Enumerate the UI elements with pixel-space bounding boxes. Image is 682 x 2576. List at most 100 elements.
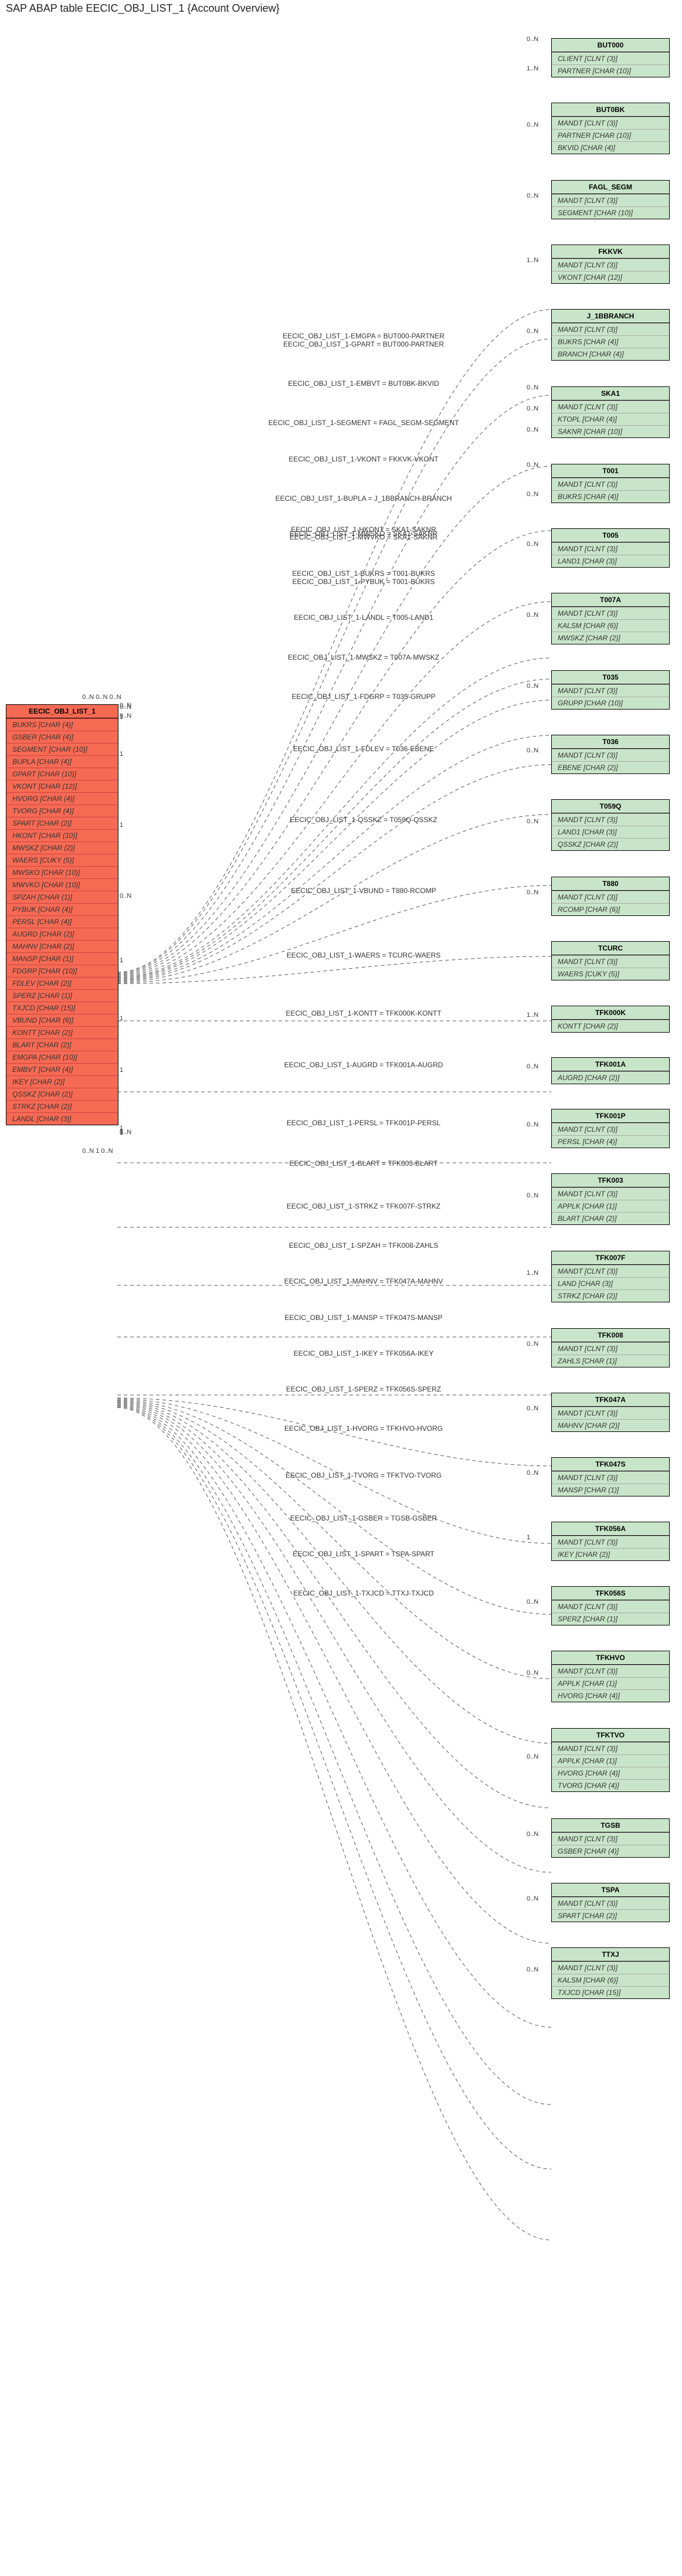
entity-field: SPART [CHAR (2)]	[552, 1909, 669, 1922]
entity-field: MANDT [CLNT (3)]	[552, 749, 669, 761]
entity-field: MANDT [CLNT (3)]	[552, 891, 669, 903]
entity-field: KALSM [CHAR (6)]	[552, 619, 669, 632]
cardinality-dst: 0..N	[527, 747, 538, 754]
entity-field: MANSP [CHAR (1)]	[6, 952, 118, 965]
entity-header: T007A	[552, 593, 669, 607]
entity-field: TXJCD [CHAR (15)]	[552, 1986, 669, 1998]
cardinality-dst: 0..N	[527, 541, 538, 548]
cardinality-src: 1	[120, 1015, 123, 1022]
cardinality-src: 1	[120, 1067, 123, 1074]
entity-field: SEGMENT [CHAR (10)]	[552, 206, 669, 219]
entity-header: FKKVK	[552, 245, 669, 259]
entity-tfktvo: TFKTVOMANDT [CLNT (3)]APPLK [CHAR (1)]HV…	[551, 1728, 670, 1792]
cardinality-dst: 1..N	[527, 257, 538, 264]
entity-tfkhvo: TFKHVOMANDT [CLNT (3)]APPLK [CHAR (1)]HV…	[551, 1651, 670, 1702]
entity-field: MANSP [CHAR (1)]	[552, 1484, 669, 1496]
cardinality-dst: 1..N	[527, 65, 538, 72]
edge-label: EECIC_OBJ_LIST_1-TVORG = TFKTVO-TVORG	[258, 1471, 469, 1479]
entity-field: MANDT [CLNT (3)]	[552, 1536, 669, 1548]
entity-field: GRUPP [CHAR (10)]	[552, 697, 669, 709]
cardinality-dst: 0..N	[527, 426, 538, 433]
cardinality-dst: 0..N	[527, 384, 538, 391]
entity-field: MANDT [CLNT (3)]	[552, 259, 669, 271]
entity-header: T035	[552, 671, 669, 684]
cardinality-dst: 1	[527, 1534, 530, 1541]
entity-header: TFK007F	[552, 1251, 669, 1265]
cardinality-src: 1	[120, 957, 123, 964]
cardinality-dst: 0..N	[527, 1063, 538, 1070]
entity-field: TXJCD [CHAR (15)]	[6, 1002, 118, 1014]
entity-field: MANDT [CLNT (3)]	[552, 478, 669, 490]
entity-field: GPART [CHAR (10)]	[6, 768, 118, 780]
entity-field: EMGPA [CHAR (10)]	[6, 1051, 118, 1063]
edge	[117, 1406, 551, 2105]
edge-label: EECIC_OBJ_LIST_1-VKONT = FKKVK-VKONT	[258, 455, 469, 463]
entity-header: TFK003	[552, 1174, 669, 1187]
entity-header: TFK047A	[552, 1393, 669, 1407]
entity-field: BUKRS [CHAR (4)]	[552, 335, 669, 348]
entity-field: KALSM [CHAR (6)]	[552, 1974, 669, 1986]
edge-label: EECIC_OBJ_LIST_1-MAHNV = TFK047A-MAHNV	[258, 1277, 469, 1285]
entity-field: MANDT [CLNT (3)]	[552, 194, 669, 206]
entity-field: MANDT [CLNT (3)]	[552, 1187, 669, 1200]
edge-label: EECIC_OBJ_LIST_1-TXJCD = TTXJ-TXJCD	[258, 1589, 469, 1597]
entity-field: MANDT [CLNT (3)]	[552, 1471, 669, 1484]
cardinality-dst: 0..N	[527, 1598, 538, 1606]
entity-tfk003: TFK003MANDT [CLNT (3)]APPLK [CHAR (1)]BL…	[551, 1173, 670, 1225]
entity-field: LAND1 [CHAR (3)]	[552, 555, 669, 567]
entity-t880: T880MANDT [CLNT (3)]RCOMP [CHAR (6)]	[551, 877, 670, 916]
entity-field: MWSKZ [CHAR (2)]	[552, 632, 669, 644]
entity-field: SPART [CHAR (2)]	[6, 817, 118, 829]
edge-label: EECIC_OBJ_LIST_1-HVORG = TFKHVO-HVORG	[258, 1424, 469, 1433]
entity-header: T001	[552, 464, 669, 478]
entity-fkkvk: FKKVKMANDT [CLNT (3)]VKONT [CHAR (12)]	[551, 245, 670, 284]
entity-field: VKONT [CHAR (12)]	[552, 271, 669, 283]
entity-field: BUKRS [CHAR (4)]	[6, 718, 118, 731]
cardinality-dst: 0..N	[527, 1121, 538, 1128]
entity-field: PYBUK [CHAR (4)]	[6, 903, 118, 915]
entity-field: PERSL [CHAR (4)]	[552, 1135, 669, 1148]
entity-tfk056a: TFK056AMANDT [CLNT (3)]IKEY [CHAR (2)]	[551, 1522, 670, 1561]
edge	[117, 765, 551, 981]
entity-header: T005	[552, 529, 669, 542]
entity-field: MANDT [CLNT (3)]	[552, 1665, 669, 1677]
edge	[117, 1408, 551, 2241]
edge	[117, 1403, 551, 1808]
entity-field: MANDT [CLNT (3)]	[552, 955, 669, 968]
entity-field: HVORG [CHAR (4)]	[552, 1689, 669, 1702]
entity-header: TSPA	[552, 1883, 669, 1897]
entity-field: KTOPL [CHAR (4)]	[552, 413, 669, 425]
entity-field: MANDT [CLNT (3)]	[552, 323, 669, 335]
edge-label: EECIC_OBJ_LIST_1-QSSKZ = T059Q-QSSKZ	[258, 816, 469, 824]
edge-label: EECIC_OBJ_LIST_1-SPART = TSPA-SPART	[258, 1550, 469, 1558]
cardinality-dst: 0..N	[527, 818, 538, 825]
entity-field: HVORG [CHAR (4)]	[552, 1767, 669, 1779]
entity-field: FDLEV [CHAR (2)]	[6, 977, 118, 989]
entity-t036: T036MANDT [CLNT (3)]EBENE [CHAR (2)]	[551, 735, 670, 774]
entity-header: TFK008	[552, 1329, 669, 1342]
edge-label: EECIC_OBJ_LIST_1-GSBER = TGSB-GSBER	[258, 1514, 469, 1522]
entity-field: MANDT [CLNT (3)]	[552, 1123, 669, 1135]
entity-field: PERSL [CHAR (4)]	[6, 915, 118, 928]
entity-field: IKEY [CHAR (2)]	[552, 1548, 669, 1560]
edge-label: EECIC_OBJ_LIST_1-SEGMENT = FAGL_SEGM-SEG…	[258, 419, 469, 427]
entity-field: MWVKO [CHAR (10)]	[6, 878, 118, 891]
entity-t007a: T007AMANDT [CLNT (3)]KALSM [CHAR (6)]MWS…	[551, 593, 670, 644]
entity-t005: T005MANDT [CLNT (3)]LAND1 [CHAR (3)]	[551, 528, 670, 568]
cardinality-src: 1	[120, 714, 123, 721]
entity-tfk008: TFK008MANDT [CLNT (3)]ZAHLS [CHAR (1)]	[551, 1328, 670, 1367]
cardinality-dst: 0..N	[527, 683, 538, 690]
entity-field: MANDT [CLNT (3)]	[552, 1342, 669, 1355]
cardinality-src: 0..N	[120, 892, 131, 900]
cardinality-dst: 0..N	[527, 1340, 538, 1348]
entity-field: IKEY [CHAR (2)]	[6, 1075, 118, 1088]
entity-field: MWSKO [CHAR (10)]	[6, 866, 118, 878]
edge-label: EECIC_OBJ_LIST_1-EMGPA = BUT000-PARTNER	[258, 332, 469, 340]
edge	[117, 956, 551, 984]
edge-label: EECIC_OBJ_LIST_1-AUGRD = TFK001A-AUGRD	[258, 1061, 469, 1069]
edge-label: EECIC_OBJ_LIST_1-STRKZ = TFK007F-STRKZ	[258, 1202, 469, 1210]
entity-tfk001p: TFK001PMANDT [CLNT (3)]PERSL [CHAR (4)]	[551, 1109, 670, 1148]
entity-field: EMBVT [CHAR (4)]	[6, 1063, 118, 1075]
entity-header: T059Q	[552, 800, 669, 813]
cardinality-dst: 0..N	[527, 1831, 538, 1838]
